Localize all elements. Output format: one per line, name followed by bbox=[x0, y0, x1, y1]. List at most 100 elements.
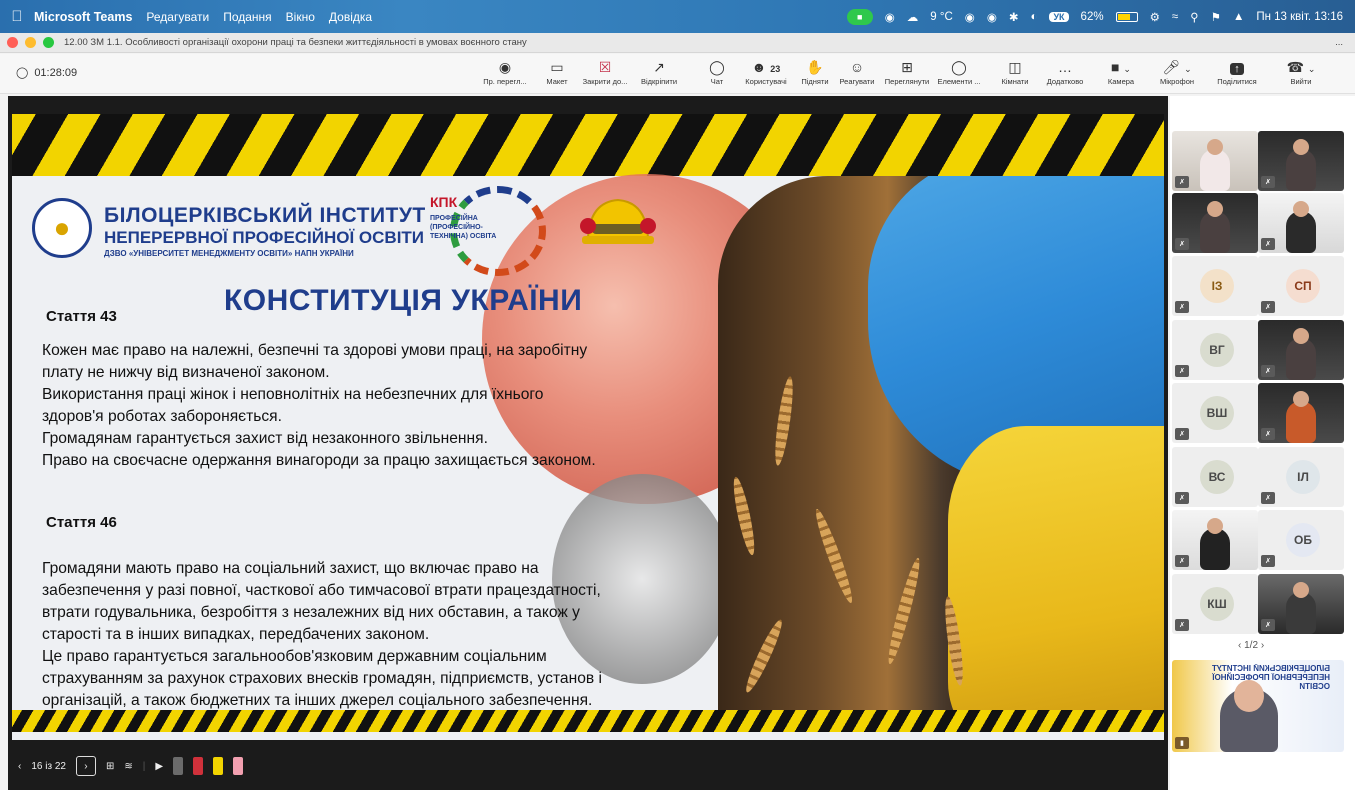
unpin-button[interactable]: ↗ Відкріпити bbox=[628, 57, 690, 86]
bluetooth-icon[interactable]: ✱ bbox=[1009, 10, 1019, 24]
leave-label: Вийти bbox=[1290, 77, 1312, 86]
gallery-prev-icon[interactable]: ‹ bbox=[1238, 640, 1241, 651]
menu-help[interactable]: Довідка bbox=[329, 10, 372, 24]
participant-tile[interactable]: ✗ bbox=[1258, 383, 1344, 443]
zoom-window-button[interactable] bbox=[43, 37, 54, 48]
participant-tile[interactable]: ВШ ✗ bbox=[1172, 383, 1258, 443]
participant-tile[interactable]: ✗ bbox=[1258, 574, 1344, 634]
menu-window[interactable]: Вікно bbox=[286, 10, 315, 24]
leave-button[interactable]: ☎ ⌄ Вийти bbox=[1270, 57, 1332, 86]
participant-tile[interactable]: ✗ bbox=[1172, 193, 1258, 253]
participant-video bbox=[1286, 391, 1316, 443]
vpn-icon[interactable]: ◉ bbox=[987, 10, 997, 24]
participant-tile[interactable]: ВГ ✗ bbox=[1172, 320, 1258, 380]
input-language[interactable]: УК bbox=[1049, 11, 1069, 22]
meeting-title: 12.00 ЗМ 1.1. Особливості організації ох… bbox=[64, 37, 527, 48]
mic-muted-icon: ✗ bbox=[1261, 492, 1275, 504]
eraser-icon[interactable] bbox=[233, 757, 244, 775]
minimize-window-button[interactable] bbox=[25, 37, 36, 48]
text-line: страхуванням за рахунок страхових внескі… bbox=[42, 670, 602, 687]
participant-avatar: ВС bbox=[1200, 460, 1234, 494]
screen-record-icon[interactable]: ◉ bbox=[885, 10, 895, 24]
settings-sliders-icon[interactable]: ≋ bbox=[124, 761, 132, 772]
participant-tile[interactable]: ✗ bbox=[1258, 131, 1344, 191]
rooms-icon: ◫ bbox=[1008, 59, 1022, 75]
gallery-pager: ‹ 1/2 › bbox=[1238, 640, 1264, 651]
control-center-icon[interactable]: ⚙ bbox=[1150, 10, 1160, 24]
spotlight-search-icon[interactable]: ⚲ bbox=[1190, 10, 1198, 24]
mic-muted-icon: ✗ bbox=[1175, 176, 1189, 188]
text-line: Це право гарантується загальнообов'язков… bbox=[42, 648, 547, 665]
mic-muted-icon: ✗ bbox=[1175, 555, 1189, 567]
participant-tile[interactable]: ОБ ✗ bbox=[1258, 510, 1344, 570]
next-slide-button[interactable]: › bbox=[75, 756, 96, 776]
menubar-clock[interactable]: Пн 13 квіт. 13:16 bbox=[1256, 11, 1343, 23]
institute-name-line2: НЕПЕРЕРВНОЇ ПРОФЕСІЙНОЇ ОСВІТИ bbox=[104, 228, 425, 247]
participant-tile[interactable]: ІЗ ✗ bbox=[1172, 256, 1258, 316]
close-view-button[interactable]: ☒ Закрити до... bbox=[574, 57, 636, 86]
apps-label: Елементи ... bbox=[937, 77, 981, 86]
smiley-icon: ☺ bbox=[849, 59, 865, 75]
apple-menu-icon[interactable]:  bbox=[0, 8, 34, 25]
mic-muted-icon: ✗ bbox=[1261, 301, 1275, 313]
speaking-indicator-icon: ▮ bbox=[1175, 737, 1189, 749]
apps-button[interactable]: ◯ Елементи ... bbox=[928, 57, 990, 86]
share-button[interactable]: ↑ Поділитися bbox=[1206, 57, 1268, 86]
slide-controls: ‹ 16 із 22 › ⊞ ≋ | ▶ bbox=[8, 752, 244, 780]
focus-icon[interactable]: ◐ bbox=[1031, 11, 1038, 23]
mic-muted-icon: ✗ bbox=[1175, 492, 1189, 504]
flag-icon[interactable]: ⚑ bbox=[1211, 10, 1221, 24]
text-line: організацій, а також бюджетних та інших … bbox=[42, 692, 593, 709]
shield-icon[interactable]: ◉ bbox=[965, 10, 975, 24]
gallery-next-icon[interactable]: › bbox=[1261, 640, 1264, 651]
participant-video bbox=[1200, 201, 1230, 253]
battery-icon[interactable] bbox=[1115, 11, 1138, 22]
article-43-text: Кожен має право на належні, безпечні та … bbox=[42, 340, 722, 472]
window-more-icon[interactable]: ... bbox=[1335, 37, 1343, 48]
participant-tile[interactable]: ВС ✗ bbox=[1172, 447, 1258, 507]
weather-icon[interactable]: ☁ bbox=[907, 10, 919, 24]
more-button[interactable]: … Додатково bbox=[1034, 57, 1096, 86]
mic-muted-icon: ✗ bbox=[1261, 428, 1275, 440]
grid-icon: ⊞ bbox=[901, 59, 913, 75]
weather-temp[interactable]: 9 °C bbox=[930, 11, 953, 23]
view-label: Переглянути bbox=[884, 77, 930, 86]
participant-video bbox=[1200, 518, 1230, 570]
hang-up-icon: ☎ ⌄ bbox=[1286, 59, 1316, 75]
camera-button[interactable]: ■ ⌄ Камера bbox=[1090, 57, 1152, 86]
grid-view-icon[interactable]: ⊞ bbox=[106, 761, 114, 772]
participant-tile[interactable]: КШ ✗ bbox=[1172, 574, 1258, 634]
menu-view[interactable]: Подання bbox=[223, 10, 271, 24]
microphone-button[interactable]: 🎤︎ ⌄ Мікрофон bbox=[1146, 57, 1208, 86]
more-icon: … bbox=[1058, 59, 1072, 75]
presenter-video[interactable]: БІЛОЦЕРКІВСЬКИЙ ІНСТИТУТ НЕПЕРЕРВНОЇ ПРО… bbox=[1172, 660, 1344, 752]
highlighter-icon[interactable] bbox=[213, 757, 224, 775]
pointer-tool-icon[interactable]: ▶ bbox=[155, 761, 163, 772]
popout-icon: ↗ bbox=[653, 59, 665, 75]
menu-edit[interactable]: Редагувати bbox=[146, 10, 209, 24]
react-label: Реагувати bbox=[839, 77, 875, 86]
battery-percent[interactable]: 62% bbox=[1081, 11, 1104, 23]
participant-tile[interactable]: ✗ bbox=[1258, 193, 1344, 253]
participant-tile[interactable]: ✗ bbox=[1172, 131, 1258, 191]
wifi-icon[interactable]: ≈ bbox=[1172, 11, 1178, 23]
participant-tile[interactable]: ІЛ ✗ bbox=[1258, 447, 1344, 507]
kpk-logo-subtitle: ПРОФЕСІЙНА (ПРОФЕСІЙНО-ТЕХНІЧНА) ОСВІТА bbox=[430, 215, 497, 240]
raise-hand-label: Підняти bbox=[801, 77, 829, 86]
close-window-button[interactable] bbox=[7, 37, 18, 48]
more-label: Додатково bbox=[1046, 77, 1084, 86]
previous-slide-icon[interactable]: ‹ bbox=[8, 761, 21, 772]
presenter-person bbox=[1220, 680, 1278, 752]
mic-muted-icon: ✗ bbox=[1261, 176, 1275, 188]
participant-tile[interactable]: ✗ bbox=[1172, 510, 1258, 570]
mic-muted-icon: ✗ bbox=[1261, 619, 1275, 631]
teams-status-icon[interactable]: ▲ bbox=[1233, 11, 1244, 23]
participant-video bbox=[1286, 201, 1316, 253]
camera-active-icon[interactable]: ■ bbox=[846, 8, 873, 25]
pen-black-icon[interactable] bbox=[173, 757, 184, 775]
participant-tile[interactable]: ✗ bbox=[1258, 320, 1344, 380]
pen-red-icon[interactable] bbox=[193, 757, 204, 775]
participant-tile[interactable]: СП ✗ bbox=[1258, 256, 1344, 316]
window-title-bar: 12.00 ЗМ 1.1. Особливості організації ох… bbox=[0, 33, 1355, 53]
app-menu[interactable]: Microsoft Teams bbox=[34, 10, 132, 24]
